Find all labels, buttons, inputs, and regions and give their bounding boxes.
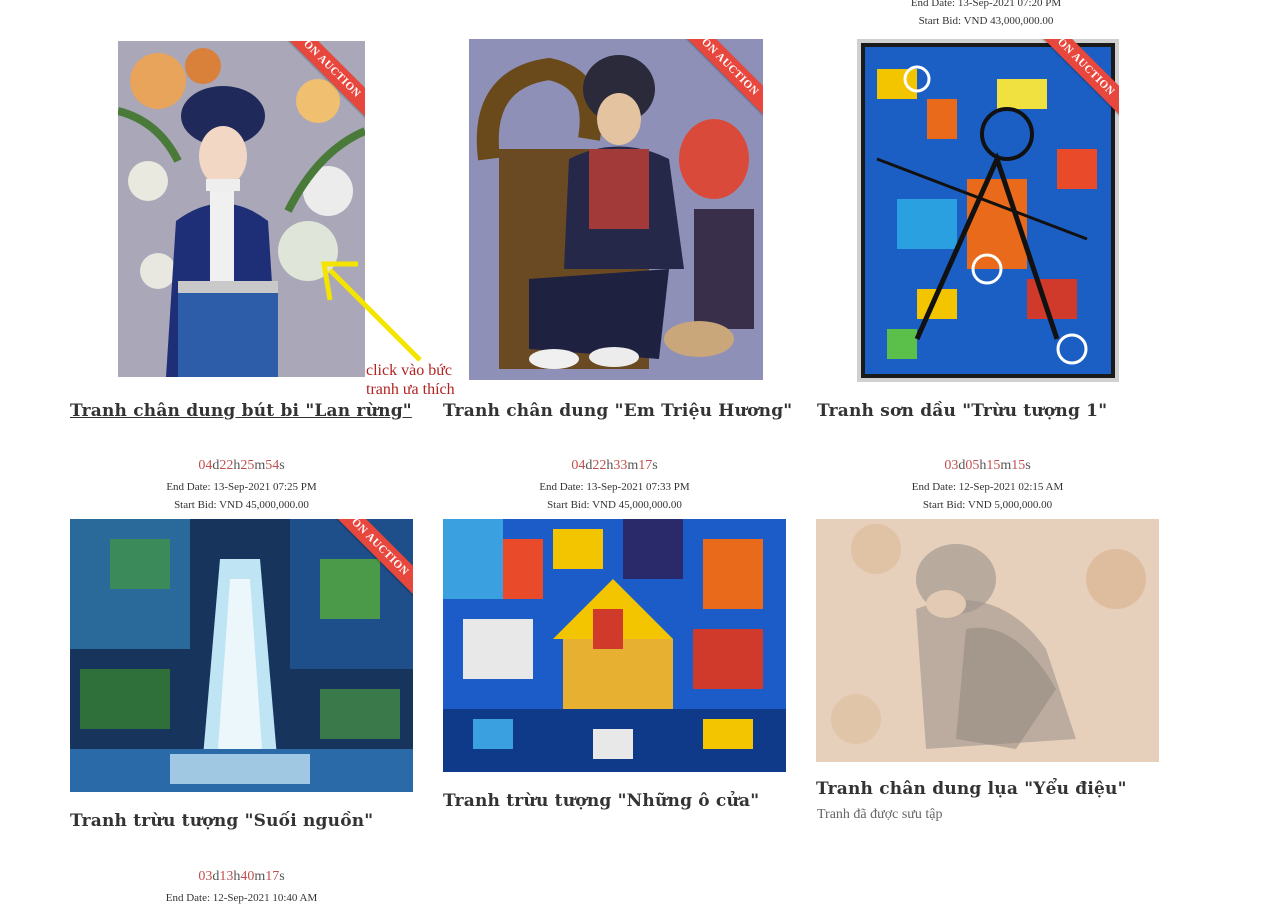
auction-meta: 03d13h40m17s End Date: 12-Sep-2021 10:40… [70,869,413,907]
artwork-image[interactable]: ON AUCTION [70,519,413,792]
start-bid: Start Bid: VND 5,000,000.00 [922,499,1053,511]
end-date: End Date: 13-Sep-2021 07:20 PM [910,0,1062,9]
artwork-image[interactable]: ON AUCTION [469,39,763,380]
auction-meta: End Date: 13-Sep-2021 07:20 PM Start Bid… [816,0,1156,30]
artwork-image[interactable]: ON AUCTION [857,39,1119,382]
countdown-timer: 03d13h40m17s [198,869,285,884]
end-date: End Date: 12-Sep-2021 10:40 AM [165,892,318,904]
artwork-image[interactable] [443,519,786,772]
artwork-title[interactable]: Tranh trừu tượng "Suối nguồn" [70,811,373,831]
end-date: End Date: 13-Sep-2021 07:25 PM [166,481,317,493]
countdown-timer: 04d22h25m54s [198,458,285,473]
click-hint: click vào bức tranh ưa thích [366,362,455,398]
countdown-timer: 03d05h15m15s [944,458,1031,473]
start-bid: Start Bid: VND 43,000,000.00 [918,15,1054,27]
artwork-title[interactable]: Tranh chân dung lụa "Yểu điệu" [816,779,1127,799]
auction-meta: 03d05h15m15s End Date: 12-Sep-2021 02:15… [816,458,1159,514]
auction-meta: 04d22h33m17s End Date: 13-Sep-2021 07:33… [443,458,786,514]
end-date: End Date: 12-Sep-2021 02:15 AM [911,481,1064,493]
artwork-title[interactable]: Tranh sơn dầu "Trừu tượng 1" [817,401,1107,421]
end-date: End Date: 13-Sep-2021 07:33 PM [539,481,690,493]
arrow-annotation-icon [321,261,422,362]
artwork-image[interactable] [816,519,1159,762]
auction-meta: 04d22h25m54s End Date: 13-Sep-2021 07:25… [70,458,413,514]
collected-status: Tranh đã được sưu tập [817,807,943,822]
start-bid: Start Bid: VND 45,000,000.00 [174,499,309,511]
artwork-title[interactable]: Tranh chân dung bút bi "Lan rừng" [70,401,412,421]
start-bid: Start Bid: VND 45,000,000.00 [547,499,682,511]
countdown-timer: 04d22h33m17s [571,458,658,473]
artwork-title[interactable]: Tranh trừu tượng "Những ô cửa" [443,791,759,811]
artwork-title[interactable]: Tranh chân dung "Em Triệu Hương" [443,401,792,421]
